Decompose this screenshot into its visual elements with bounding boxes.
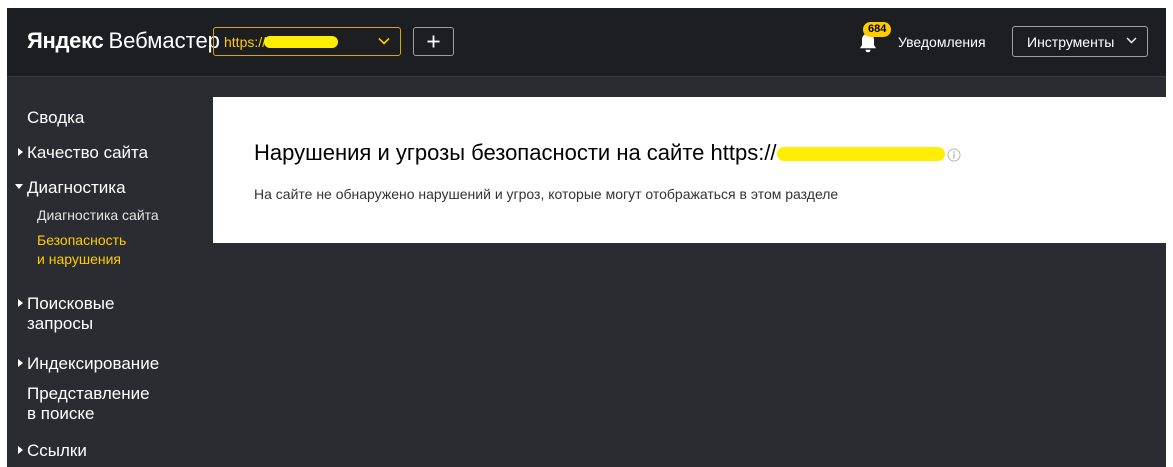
- sidebar-item-search-queries[interactable]: Поисковые запросы: [27, 294, 114, 334]
- redacted-url-mask: [776, 147, 945, 161]
- notifications-badge: 684: [863, 22, 892, 37]
- triangle-right-icon: [18, 446, 23, 454]
- page-title-text: Нарушения и угрозы безопасности на сайте…: [254, 140, 777, 165]
- logo-brand: Яндекс: [27, 28, 104, 53]
- logo-product: Вебмастер: [108, 28, 220, 53]
- info-icon[interactable]: [947, 148, 961, 162]
- sidebar-item-links[interactable]: Ссылки: [27, 441, 87, 461]
- status-description: На сайте не обнаружено нарушений и угроз…: [254, 186, 839, 202]
- triangle-right-icon: [18, 299, 23, 307]
- tools-dropdown[interactable]: Инструменты: [1012, 26, 1148, 57]
- search-queries-line2: запросы: [27, 314, 94, 333]
- notifications-link[interactable]: Уведомления: [898, 34, 986, 50]
- presentation-line1: Представление: [27, 384, 150, 403]
- redacted-url-mask: [264, 35, 339, 48]
- page-title: Нарушения и угрозы безопасности на сайте…: [254, 140, 961, 166]
- add-site-button[interactable]: [413, 27, 454, 56]
- logo[interactable]: Яндекс Вебмастер: [27, 28, 220, 54]
- triangle-right-icon: [18, 359, 23, 367]
- app-frame: Яндекс Вебмастер https:// 684 Уведомлени…: [7, 8, 1166, 467]
- presentation-line2: в поиске: [27, 404, 95, 423]
- chevron-down-icon: [378, 37, 390, 45]
- security-label-line2: и нарушения: [37, 251, 122, 267]
- plus-icon: [427, 35, 440, 48]
- triangle-down-icon: [15, 184, 23, 189]
- site-url-prefix: https://: [224, 33, 267, 50]
- sidebar-subitem-security[interactable]: Безопасность и нарушения: [37, 231, 126, 269]
- sidebar-item-diagnostics[interactable]: Диагностика: [27, 178, 126, 198]
- sidebar-item-summary[interactable]: Сводка: [27, 108, 84, 128]
- sidebar-item-presentation[interactable]: Представление в поиске: [27, 384, 150, 424]
- chevron-down-icon: [1126, 37, 1137, 44]
- sidebar-subitem-site-diagnostics[interactable]: Диагностика сайта: [37, 206, 159, 225]
- search-queries-line1: Поисковые: [27, 294, 115, 313]
- sidebar-item-quality[interactable]: Качество сайта: [27, 143, 148, 163]
- triangle-right-icon: [18, 148, 23, 156]
- top-header: Яндекс Вебмастер https:// 684 Уведомлени…: [7, 8, 1166, 77]
- sidebar-item-indexing[interactable]: Индексирование: [27, 354, 159, 374]
- site-select[interactable]: https://: [213, 27, 401, 56]
- security-label-line1: Безопасность: [37, 232, 127, 248]
- security-card: Нарушения и угрозы безопасности на сайте…: [213, 97, 1166, 243]
- tools-label: Инструменты: [1027, 33, 1115, 50]
